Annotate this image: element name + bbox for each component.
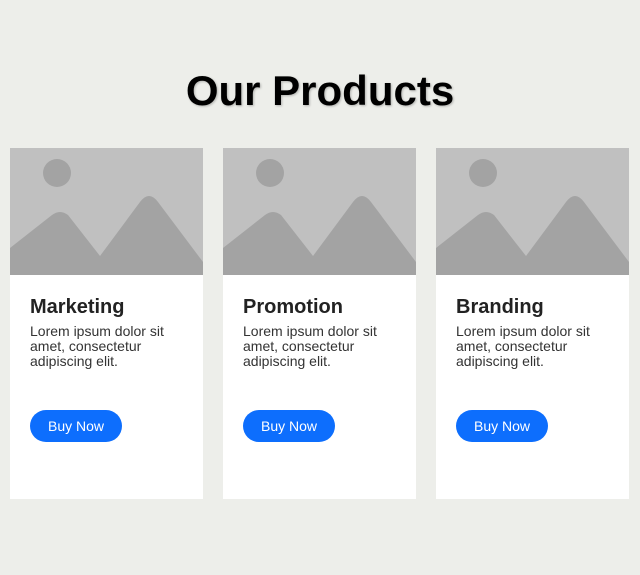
product-cards: Marketing Lorem ipsum dolor sit amet, co… <box>10 148 630 499</box>
card-body: Marketing Lorem ipsum dolor sit amet, co… <box>30 275 190 369</box>
card-body: Branding Lorem ipsum dolor sit amet, con… <box>456 275 616 369</box>
image-placeholder-icon <box>10 148 203 275</box>
card-description: Lorem ipsum dolor sit amet, consectetur … <box>30 323 164 369</box>
card-description: Lorem ipsum dolor sit amet, consectetur … <box>456 323 590 369</box>
card-description: Lorem ipsum dolor sit amet, consectetur … <box>243 323 377 369</box>
page-title: Our Products <box>185 67 455 114</box>
buy-now-button-promotion[interactable]: Buy Now <box>243 410 335 442</box>
image-placeholder-icon <box>223 148 416 275</box>
product-card-marketing: Marketing Lorem ipsum dolor sit amet, co… <box>10 148 203 499</box>
buy-now-button-branding[interactable]: Buy Now <box>456 410 548 442</box>
image-placeholder-icon <box>436 148 629 275</box>
card-title: Promotion <box>243 296 343 318</box>
card-title: Marketing <box>30 296 125 318</box>
card-body: Promotion Lorem ipsum dolor sit amet, co… <box>243 275 403 369</box>
product-card-promotion: Promotion Lorem ipsum dolor sit amet, co… <box>223 148 416 499</box>
product-card-branding: Branding Lorem ipsum dolor sit amet, con… <box>436 148 629 499</box>
buy-now-button-marketing[interactable]: Buy Now <box>30 410 122 442</box>
card-title: Branding <box>456 296 544 318</box>
